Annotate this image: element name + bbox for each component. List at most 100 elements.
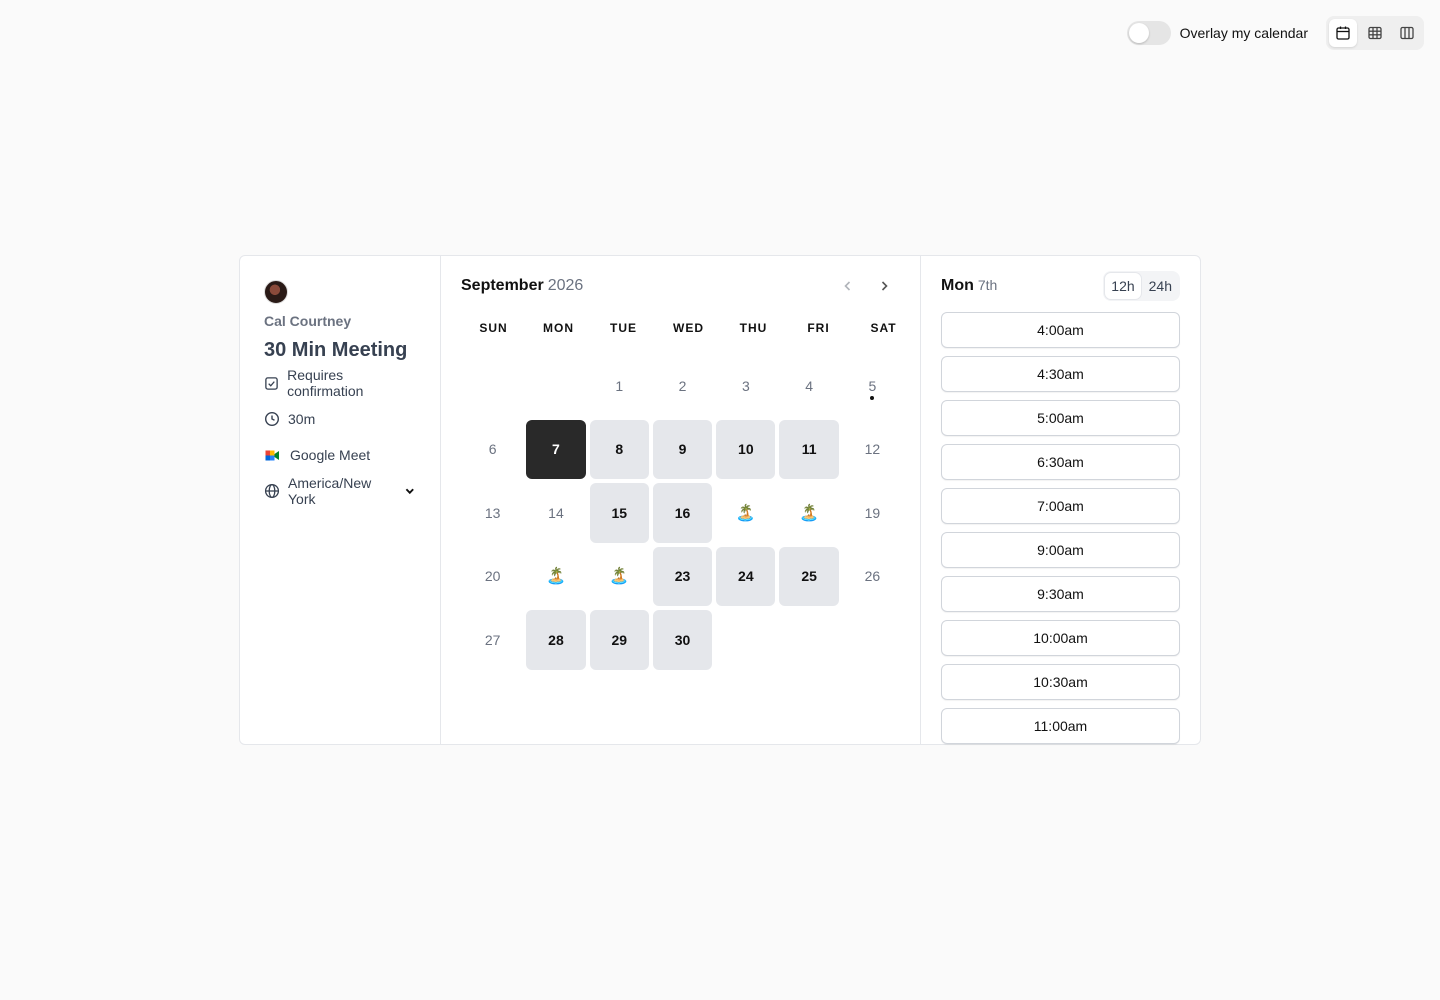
available-day-button[interactable]: 11 (779, 419, 839, 479)
day-number: 30 (674, 631, 691, 648)
time-slot-button[interactable]: 9:00am (941, 532, 1180, 568)
day-number: 14 (548, 504, 564, 521)
available-day-button[interactable]: 24 (716, 546, 776, 606)
day-number: 19 (864, 504, 881, 521)
previous-month-button[interactable] (836, 274, 860, 298)
month-year: September 2026 (461, 277, 583, 295)
month-view-button[interactable] (1329, 19, 1357, 47)
clock-icon (264, 411, 280, 427)
day-number: 11 (801, 441, 817, 458)
day-grid: 1 2 3 4 5 6 7 8 9 10 11 12 13 14 15 16 🏝️ 🏝️ 19 20 🏝️ 🏝️ 23 24 2… (461, 356, 900, 670)
disabled-day-cell: 13 (463, 483, 522, 543)
available-day-button[interactable]: 28 (526, 610, 586, 670)
time-slot-button[interactable]: 11:00am (941, 708, 1180, 744)
day-number: 25 (801, 568, 817, 585)
time-slot-list: 4:00am 4:30am 5:00am 6:30am 7:00am 9:00am 9:30… (941, 312, 1180, 744)
disabled-day-cell: 19 (843, 483, 902, 543)
time-slot-button[interactable]: 10:00am (941, 620, 1180, 656)
grid-icon (1368, 26, 1382, 40)
toggle-knob (1128, 23, 1149, 43)
weekday-label: SAT (870, 321, 897, 335)
disabled-day-cell: 1 (590, 356, 649, 416)
disabled-day-cell: 2 (653, 356, 712, 416)
day-number: 28 (548, 631, 564, 648)
day-number: 2 (678, 377, 687, 394)
weekday-label: MON (543, 321, 574, 335)
column-view-button[interactable] (1393, 19, 1421, 47)
columns-icon (1400, 26, 1414, 40)
chevron-left-icon (844, 281, 851, 291)
time-slot-button[interactable]: 4:00am (941, 312, 1180, 348)
disabled-day-cell: 20 (463, 547, 522, 607)
globe-icon (264, 483, 280, 499)
top-bar: Overlay my calendar (1126, 16, 1424, 50)
out-of-office-day: 🏝️ (779, 483, 838, 543)
day-number: 5 (868, 377, 877, 394)
available-day-button[interactable]: 16 (652, 483, 713, 543)
day-number: 1 (615, 377, 624, 394)
desert-island-icon: 🏝️ (545, 568, 566, 586)
empty-day-cell (526, 356, 585, 416)
calendar-icon (1336, 26, 1350, 40)
selected-day-number: 7th (977, 277, 998, 293)
duration-label: 30m (288, 411, 316, 427)
time-slot-button[interactable]: 9:30am (941, 576, 1180, 612)
format-24h-button[interactable]: 24h (1143, 273, 1178, 299)
available-day-button[interactable]: 8 (589, 419, 649, 479)
weekday-label: THU (739, 321, 768, 335)
day-number: 20 (484, 568, 501, 585)
month-label: September (461, 277, 544, 294)
day-number: 15 (611, 504, 628, 521)
today-indicator-dot (870, 395, 875, 400)
day-number: 8 (615, 441, 624, 458)
requires-confirmation-row: Requires confirmation (264, 367, 416, 399)
format-12h-button[interactable]: 12h (1105, 273, 1141, 299)
time-slot-button[interactable]: 10:30am (941, 664, 1180, 700)
day-number: 24 (738, 568, 754, 585)
available-day-button[interactable]: 30 (652, 610, 713, 670)
time-slot-button[interactable]: 5:00am (941, 400, 1180, 436)
time-slots-panel: Mon 7th 12h 24h 4:00am 4:30am 5:00am 6:30am 7… (921, 256, 1200, 744)
time-slot-button[interactable]: 6:30am (941, 444, 1180, 480)
host-name: Cal Courtney (264, 313, 352, 329)
available-day-button[interactable]: 25 (779, 546, 839, 606)
time-slot-button[interactable]: 7:00am (941, 488, 1180, 524)
day-number: 16 (674, 504, 691, 521)
day-number: 6 (488, 441, 497, 458)
event-info-panel: Cal Courtney 30 Min Meeting Requires con… (240, 256, 441, 744)
week-view-button[interactable] (1361, 19, 1389, 47)
calendar-panel: September 2026 SUN MON TUE WED THU FRI SAT 1234… (441, 256, 921, 744)
overlay-calendar-toggle[interactable] (1126, 21, 1171, 45)
out-of-office-day: 🏝️ (590, 547, 649, 607)
selected-day-button[interactable]: 7 (526, 419, 586, 479)
slots-header: Mon 7th 12h 24h (941, 271, 1180, 301)
available-day-button[interactable]: 29 (589, 610, 649, 670)
time-slot-button[interactable]: 4:30am (941, 356, 1180, 392)
selected-date: Mon 7th (941, 277, 997, 295)
disabled-day-cell: 12 (843, 420, 902, 480)
desert-island-icon: 🏝️ (799, 504, 820, 522)
available-day-button[interactable]: 9 (652, 419, 713, 479)
day-number: 9 (678, 441, 687, 458)
timezone-select[interactable]: America/New York (288, 475, 416, 507)
next-month-button[interactable] (872, 274, 896, 298)
available-day-button[interactable]: 23 (652, 546, 713, 606)
weekday-label: TUE (610, 321, 637, 335)
event-title: 30 Min Meeting (264, 339, 408, 361)
chevron-right-icon (881, 281, 888, 291)
requires-confirmation-label: Requires confirmation (287, 367, 364, 399)
available-day-button[interactable]: 10 (716, 419, 776, 479)
calendar-header: September 2026 (461, 276, 900, 296)
selected-day-name: Mon (941, 277, 974, 294)
day-number: 12 (864, 441, 881, 458)
location-label: Google Meet (290, 447, 371, 463)
available-day-button[interactable]: 15 (589, 483, 649, 543)
chevron-down-icon (406, 488, 415, 495)
timezone-row: America/New York (264, 475, 416, 507)
day-number: 23 (674, 568, 691, 585)
out-of-office-day: 🏝️ (716, 483, 775, 543)
disabled-day-cell: 27 (463, 610, 522, 670)
month-navigation (836, 274, 896, 298)
day-number: 10 (738, 441, 754, 458)
day-number: 27 (484, 631, 501, 648)
